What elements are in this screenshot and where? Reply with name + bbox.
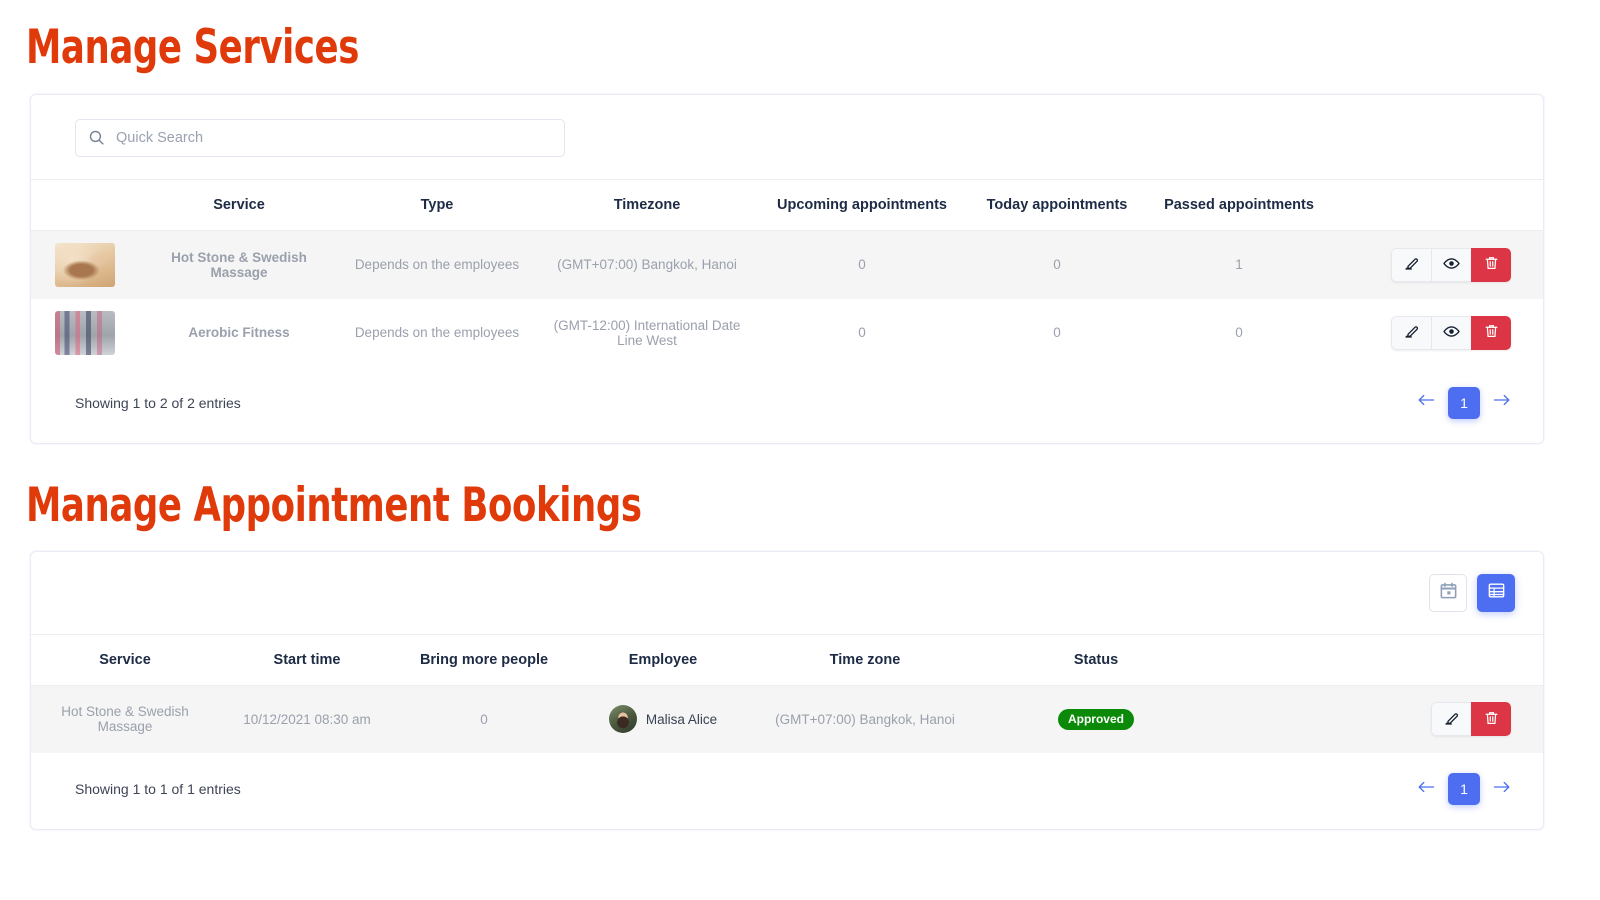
pagination-prev-button[interactable]	[1413, 390, 1439, 416]
service-actions-cell	[1329, 299, 1543, 367]
trash-icon	[1484, 710, 1499, 729]
col-service: Service	[31, 634, 219, 685]
edit-icon	[1404, 323, 1420, 342]
service-actions-cell	[1329, 231, 1543, 299]
service-thumbnail-image	[55, 243, 115, 287]
col-thumb	[31, 180, 139, 231]
service-thumbnail-image	[55, 311, 115, 355]
calendar-icon	[1439, 581, 1458, 605]
service-thumbnail-cell	[31, 231, 139, 299]
booking-bring-more-people: 0	[395, 685, 573, 753]
service-type: Depends on the employees	[339, 299, 535, 367]
pagination-next-button[interactable]	[1489, 390, 1515, 416]
services-pagination: 1	[1413, 387, 1515, 419]
edit-booking-button[interactable]	[1431, 702, 1471, 736]
pagination-page-1[interactable]: 1	[1448, 773, 1480, 805]
delete-service-button[interactable]	[1471, 316, 1511, 350]
service-timezone: (GMT-12:00) International Date Line West	[535, 299, 759, 367]
view-service-button[interactable]	[1431, 316, 1471, 350]
col-passed: Passed appointments	[1149, 180, 1329, 231]
table-row[interactable]: Hot Stone & Swedish Massage 10/12/2021 0…	[31, 685, 1543, 753]
services-table-header-row: Service Type Timezone Upcoming appointme…	[31, 180, 1543, 231]
bookings-pagination: 1	[1413, 773, 1515, 805]
trash-icon	[1484, 323, 1499, 342]
delete-booking-button[interactable]	[1471, 702, 1511, 736]
search-input[interactable]	[75, 119, 565, 157]
edit-service-button[interactable]	[1391, 316, 1431, 350]
booking-employee-cell: Malisa Alice	[573, 685, 753, 753]
eye-icon	[1443, 323, 1460, 343]
service-upcoming-count: 0	[759, 299, 965, 367]
booking-start-time: 10/12/2021 08:30 am	[219, 685, 395, 753]
col-start-time: Start time	[219, 634, 395, 685]
bookings-table-header-row: Service Start time Bring more people Emp…	[31, 634, 1543, 685]
service-timezone: (GMT+07:00) Bangkok, Hanoi	[535, 231, 759, 299]
bookings-entries-count: Showing 1 to 1 of 1 entries	[75, 781, 241, 797]
table-list-icon	[1487, 581, 1506, 605]
booking-actions-cell	[1215, 685, 1543, 753]
col-bring-more-people: Bring more people	[395, 634, 573, 685]
edit-service-button[interactable]	[1391, 248, 1431, 282]
status-badge: Approved	[1058, 709, 1134, 730]
service-passed-count: 0	[1149, 299, 1329, 367]
page-root: Manage Services Service Type Timezone	[0, 24, 1600, 900]
arrow-right-icon	[1493, 780, 1511, 799]
pagination-next-button[interactable]	[1489, 776, 1515, 802]
services-search-row	[31, 95, 1543, 179]
service-today-count: 0	[965, 299, 1149, 367]
booking-employee-name: Malisa Alice	[646, 712, 717, 727]
bookings-table-footer: Showing 1 to 1 of 1 entries 1	[31, 753, 1543, 829]
trash-icon	[1484, 255, 1499, 274]
services-table-footer: Showing 1 to 2 of 2 entries 1	[31, 367, 1543, 443]
service-today-count: 0	[965, 231, 1149, 299]
booking-status-cell: Approved	[977, 685, 1215, 753]
col-service: Service	[139, 180, 339, 231]
col-employee: Employee	[573, 634, 753, 685]
avatar	[609, 705, 637, 733]
col-status: Status	[977, 634, 1215, 685]
table-row[interactable]: Aerobic Fitness Depends on the employees…	[31, 299, 1543, 367]
pagination-prev-button[interactable]	[1413, 776, 1439, 802]
service-upcoming-count: 0	[759, 231, 965, 299]
service-type: Depends on the employees	[339, 231, 535, 299]
page-title-services: Manage Services	[26, 24, 1348, 71]
col-today: Today appointments	[965, 180, 1149, 231]
calendar-view-button[interactable]	[1429, 574, 1467, 612]
page-title-bookings: Manage Appointment Bookings	[26, 482, 1348, 529]
col-timezone: Timezone	[535, 180, 759, 231]
eye-icon	[1443, 255, 1460, 275]
booking-time-zone: (GMT+07:00) Bangkok, Hanoi	[753, 685, 977, 753]
booking-service: Hot Stone & Swedish Massage	[31, 685, 219, 753]
table-row[interactable]: Hot Stone & Swedish Massage Depends on t…	[31, 231, 1543, 299]
services-entries-count: Showing 1 to 2 of 2 entries	[75, 395, 241, 411]
service-name: Aerobic Fitness	[139, 299, 339, 367]
edit-icon	[1404, 255, 1420, 274]
arrow-right-icon	[1493, 393, 1511, 412]
services-table: Service Type Timezone Upcoming appointme…	[31, 179, 1543, 367]
service-passed-count: 1	[1149, 231, 1329, 299]
col-time-zone: Time zone	[753, 634, 977, 685]
services-card: Service Type Timezone Upcoming appointme…	[30, 94, 1544, 444]
bookings-card: Service Start time Bring more people Emp…	[30, 551, 1544, 831]
arrow-left-icon	[1417, 393, 1435, 412]
arrow-left-icon	[1417, 780, 1435, 799]
col-actions	[1215, 634, 1543, 685]
bookings-table: Service Start time Bring more people Emp…	[31, 634, 1543, 754]
view-service-button[interactable]	[1431, 248, 1471, 282]
col-type: Type	[339, 180, 535, 231]
edit-icon	[1444, 710, 1460, 729]
col-upcoming: Upcoming appointments	[759, 180, 965, 231]
bookings-view-toolbar	[31, 552, 1543, 634]
service-thumbnail-cell	[31, 299, 139, 367]
col-actions	[1329, 180, 1543, 231]
pagination-page-1[interactable]: 1	[1448, 387, 1480, 419]
service-name: Hot Stone & Swedish Massage	[139, 231, 339, 299]
delete-service-button[interactable]	[1471, 248, 1511, 282]
list-view-button[interactable]	[1477, 574, 1515, 612]
